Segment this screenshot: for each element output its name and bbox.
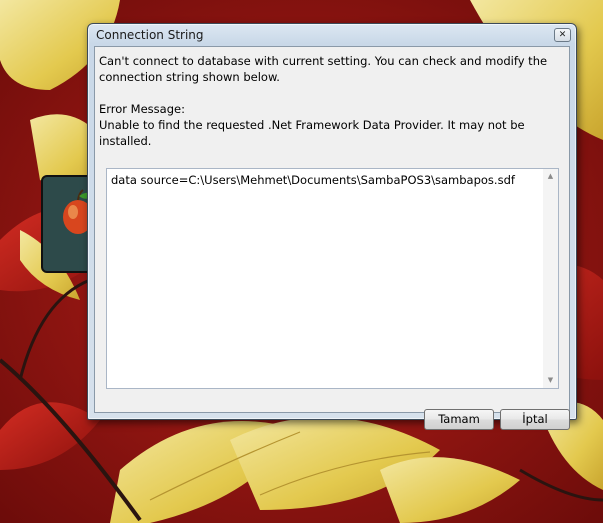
error-label: Error Message: — [99, 102, 185, 116]
intro-message: Can't connect to database with current s… — [99, 54, 548, 84]
dialog-content: Can't connect to database with current s… — [94, 46, 570, 430]
window-title: Connection String — [96, 28, 204, 42]
connection-string-field[interactable]: data source=C:\Users\Mehmet\Documents\Sa… — [106, 168, 559, 389]
scroll-up-icon[interactable]: ▲ — [543, 169, 558, 184]
scroll-down-icon[interactable]: ▼ — [543, 373, 558, 388]
title-bar[interactable]: Connection String ✕ — [88, 24, 576, 46]
message-area: Can't connect to database with current s… — [99, 53, 565, 149]
cancel-button[interactable]: İptal — [500, 409, 570, 430]
connection-string-value[interactable]: data source=C:\Users\Mehmet\Documents\Sa… — [111, 173, 515, 187]
close-icon: ✕ — [558, 30, 567, 40]
connection-string-dialog: Connection String ✕ Can't connect to dat… — [87, 23, 577, 430]
close-button[interactable]: ✕ — [554, 28, 571, 42]
vertical-scrollbar[interactable]: ▲ ▼ — [543, 169, 558, 388]
error-text: Unable to find the requested .Net Framew… — [99, 118, 525, 148]
desktop: Connection String ✕ Can't connect to dat… — [0, 0, 603, 523]
ok-button[interactable]: Tamam — [424, 409, 494, 430]
